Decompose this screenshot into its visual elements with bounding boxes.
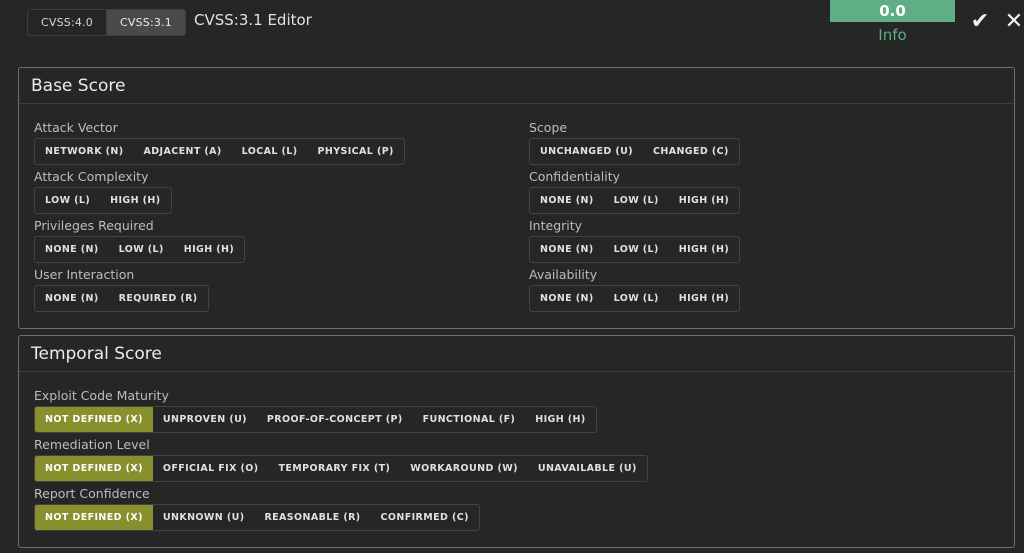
option-button[interactable]: NONE (N): [530, 286, 604, 311]
option-group: NONE (N) LOW (L) HIGH (H): [529, 285, 741, 312]
metric-label: Integrity: [529, 218, 583, 233]
option-button[interactable]: LOW (L): [35, 188, 100, 213]
option-group: NONE (N) LOW (L) HIGH (H): [529, 187, 741, 214]
metric-attack-complexity: Attack Complexity LOW (L) HIGH (H): [34, 169, 172, 214]
option-button[interactable]: HIGH (H): [669, 237, 739, 262]
metric-integrity: Integrity NONE (N) LOW (L) HIGH (H): [529, 218, 741, 263]
option-button[interactable]: LOW (L): [604, 188, 669, 213]
metric-privileges-required: Privileges Required NONE (N) LOW (L) HIGH (…: [34, 218, 246, 263]
option-group: NOT DEFINED (X) UNKNOWN (U) REASONABLE (R)…: [34, 504, 480, 531]
option-button[interactable]: NONE (N): [530, 237, 604, 262]
version-toggle: CVSS:4.0 CVSS:3.1: [27, 9, 186, 36]
option-button[interactable]: NOT DEFINED (X): [35, 505, 153, 530]
option-group: NONE (N) LOW (L) HIGH (H): [529, 236, 741, 263]
option-group: LOW (L) HIGH (H): [34, 187, 172, 214]
option-button[interactable]: HIGH (H): [669, 188, 739, 213]
option-group: NONE (N) REQUIRED (R): [34, 285, 209, 312]
option-button[interactable]: HIGH (H): [100, 188, 170, 213]
metric-label: Confidentiality: [529, 169, 620, 184]
option-button[interactable]: HIGH (H): [174, 237, 244, 262]
option-button[interactable]: HIGH (H): [669, 286, 739, 311]
option-button[interactable]: PHYSICAL (P): [308, 139, 404, 164]
option-button[interactable]: UNKNOWN (U): [153, 505, 255, 530]
metric-label: Attack Vector: [34, 120, 118, 135]
metric-confidentiality: Confidentiality NONE (N) LOW (L) HIGH (H): [529, 169, 741, 214]
score-value: 0.0: [830, 0, 955, 22]
option-button[interactable]: LOW (L): [604, 286, 669, 311]
option-button[interactable]: ADJACENT (A): [134, 139, 232, 164]
option-button[interactable]: LOW (L): [604, 237, 669, 262]
option-group: NOT DEFINED (X) UNPROVEN (U) PROOF-OF-CONC…: [34, 406, 597, 433]
option-button[interactable]: NONE (N): [35, 237, 109, 262]
version-button-cvss31[interactable]: CVSS:3.1: [105, 10, 185, 35]
metric-label: User Interaction: [34, 267, 135, 282]
metric-attack-vector: Attack Vector NETWORK (N) ADJACENT (A) LOCA…: [34, 120, 405, 165]
option-button[interactable]: OFFICIAL FIX (O): [153, 456, 269, 481]
option-button[interactable]: LOW (L): [109, 237, 174, 262]
option-button[interactable]: CHANGED (C): [643, 139, 739, 164]
metric-remediation-level: Remediation Level NOT DEFINED (X) OFFICIAL…: [34, 437, 648, 482]
panel-title: Base Score: [19, 68, 1014, 104]
option-button[interactable]: UNPROVEN (U): [153, 407, 257, 432]
base-score-panel: Base Score Attack Vector NETWORK (N) ADJAC…: [18, 67, 1015, 329]
metric-label: Report Confidence: [34, 486, 150, 501]
option-group: NOT DEFINED (X) OFFICIAL FIX (O) TEMPORARY…: [34, 455, 648, 482]
option-button[interactable]: NONE (N): [35, 286, 109, 311]
metric-exploit-code-maturity: Exploit Code Maturity NOT DEFINED (X) UNPR…: [34, 388, 597, 433]
option-group: UNCHANGED (U) CHANGED (C): [529, 138, 740, 165]
option-button[interactable]: NONE (N): [530, 188, 604, 213]
metric-label: Exploit Code Maturity: [34, 388, 169, 403]
metric-label: Privileges Required: [34, 218, 154, 233]
metric-availability: Availability NONE (N) LOW (L) HIGH (H): [529, 267, 741, 312]
metric-user-interaction: User Interaction NONE (N) REQUIRED (R): [34, 267, 209, 312]
option-button[interactable]: HIGH (H): [525, 407, 595, 432]
temporal-score-panel: Temporal Score Exploit Code Maturity NOT …: [18, 335, 1015, 548]
option-button[interactable]: CONFIRMED (C): [371, 505, 479, 530]
option-button[interactable]: REASONABLE (R): [254, 505, 370, 530]
metric-label: Remediation Level: [34, 437, 150, 452]
option-button[interactable]: UNCHANGED (U): [530, 139, 643, 164]
option-button[interactable]: FUNCTIONAL (F): [413, 407, 526, 432]
option-button[interactable]: NOT DEFINED (X): [35, 407, 153, 432]
severity-label: Info: [878, 26, 907, 44]
metric-label: Scope: [529, 120, 568, 135]
panel-title: Temporal Score: [19, 336, 1014, 372]
close-icon[interactable]: ✕: [1004, 8, 1024, 36]
metric-scope: Scope UNCHANGED (U) CHANGED (C): [529, 120, 740, 165]
option-button[interactable]: REQUIRED (R): [109, 286, 208, 311]
check-icon[interactable]: ✔: [968, 8, 992, 36]
option-button[interactable]: TEMPORARY FIX (T): [268, 456, 400, 481]
option-group: NONE (N) LOW (L) HIGH (H): [34, 236, 246, 263]
option-button[interactable]: NOT DEFINED (X): [35, 456, 153, 481]
metric-label: Availability: [529, 267, 598, 282]
option-button[interactable]: UNAVAILABLE (U): [528, 456, 647, 481]
metric-report-confidence: Report Confidence NOT DEFINED (X) UNKNOWN …: [34, 486, 480, 531]
option-group: NETWORK (N) ADJACENT (A) LOCAL (L) PHYSICAL…: [34, 138, 405, 165]
version-button-cvss40[interactable]: CVSS:4.0: [28, 10, 106, 35]
option-button[interactable]: NETWORK (N): [35, 139, 134, 164]
option-button[interactable]: WORKAROUND (W): [400, 456, 528, 481]
option-button[interactable]: PROOF-OF-CONCEPT (P): [257, 407, 413, 432]
option-button[interactable]: LOCAL (L): [232, 139, 308, 164]
editor-title: CVSS:3.1 Editor: [194, 11, 312, 29]
metric-label: Attack Complexity: [34, 169, 149, 184]
cvss-editor: CVSS:4.0 CVSS:3.1 CVSS:3.1 Editor 0.0 In…: [0, 0, 1024, 553]
